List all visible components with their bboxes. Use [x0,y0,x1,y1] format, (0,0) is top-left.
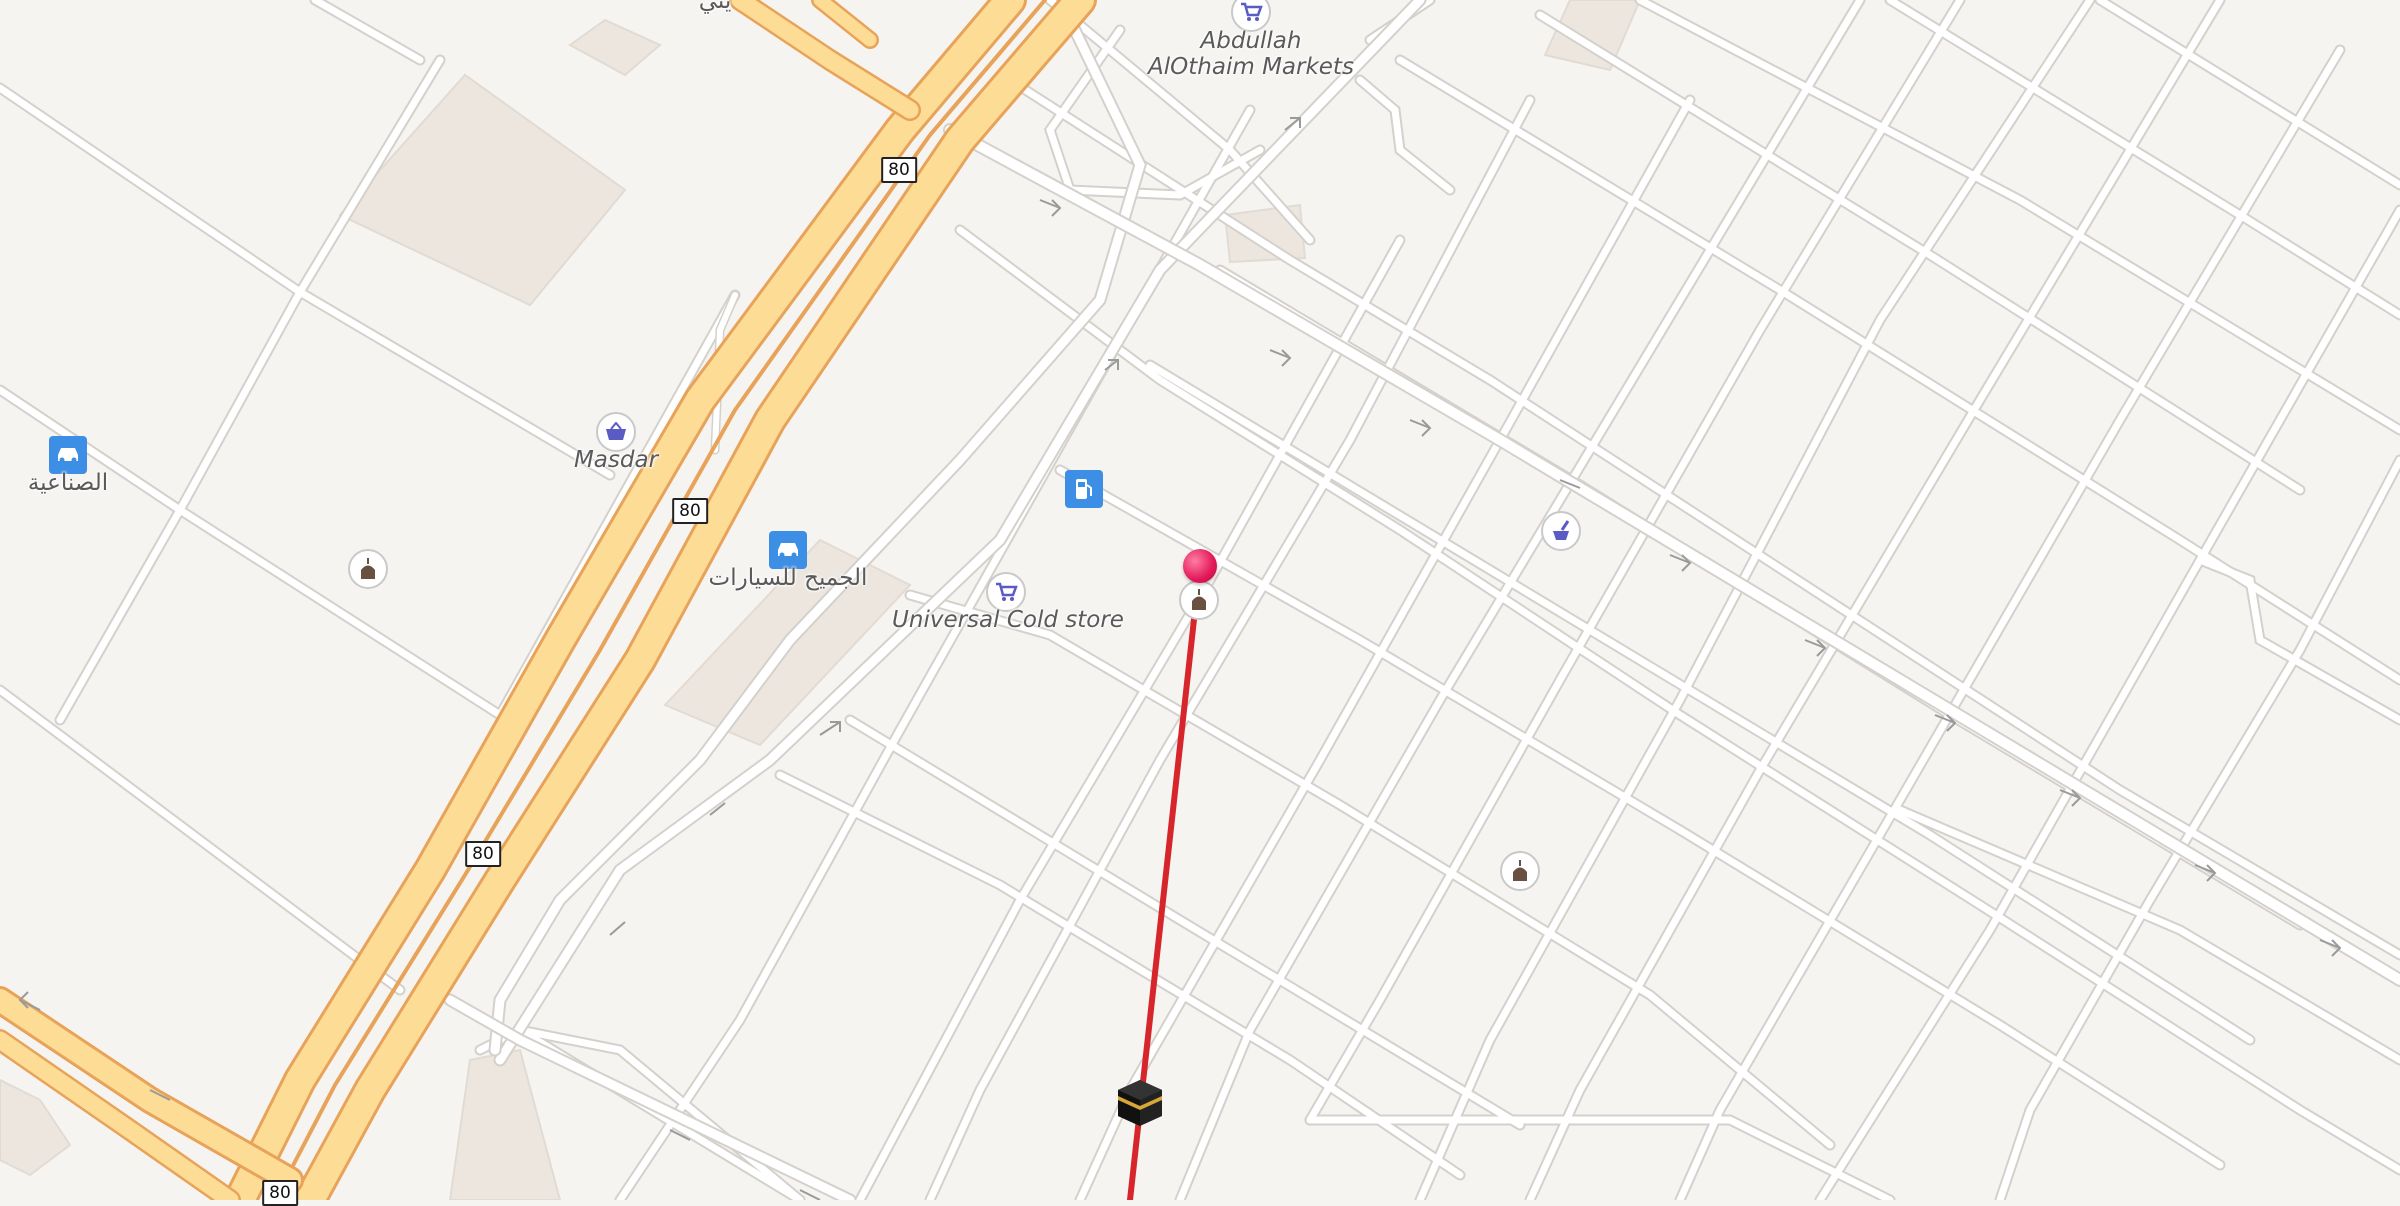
mosque-icon[interactable] [1500,851,1540,891]
oneway-arrows [18,117,2342,1200]
location-pin-icon[interactable] [1183,549,1217,583]
kaaba-icon[interactable] [1114,1076,1166,1128]
shopping-basket-icon[interactable] [596,412,636,452]
poi-label-top: يني [698,0,732,14]
poi-label-masdar[interactable]: Masdar [574,447,658,473]
car-icon[interactable] [769,531,807,569]
mosque-icon[interactable] [348,549,388,589]
poi-label-sinaiya[interactable]: الصناعية [28,470,108,496]
mortar-pestle-icon[interactable] [1541,511,1581,551]
fuel-pump-icon[interactable] [1065,470,1103,508]
map-canvas[interactable]: 80 80 80 80 Abdullah AlOthaim Markets Ma… [0,0,2400,1206]
mosque-icon[interactable] [1179,580,1219,620]
route-shield: 80 [465,841,501,867]
route-shield: 80 [262,1180,298,1206]
route-shield: 80 [672,498,708,524]
poi-label-jumaih[interactable]: الجميح للسيارات [709,565,868,591]
car-icon[interactable] [49,436,87,474]
shopping-cart-icon[interactable] [986,572,1026,612]
route-shield: 80 [881,157,917,183]
poi-label-universal[interactable]: Universal Cold store [892,607,1124,633]
poi-label-othaim[interactable]: Abdullah AlOthaim Markets [1146,28,1356,81]
